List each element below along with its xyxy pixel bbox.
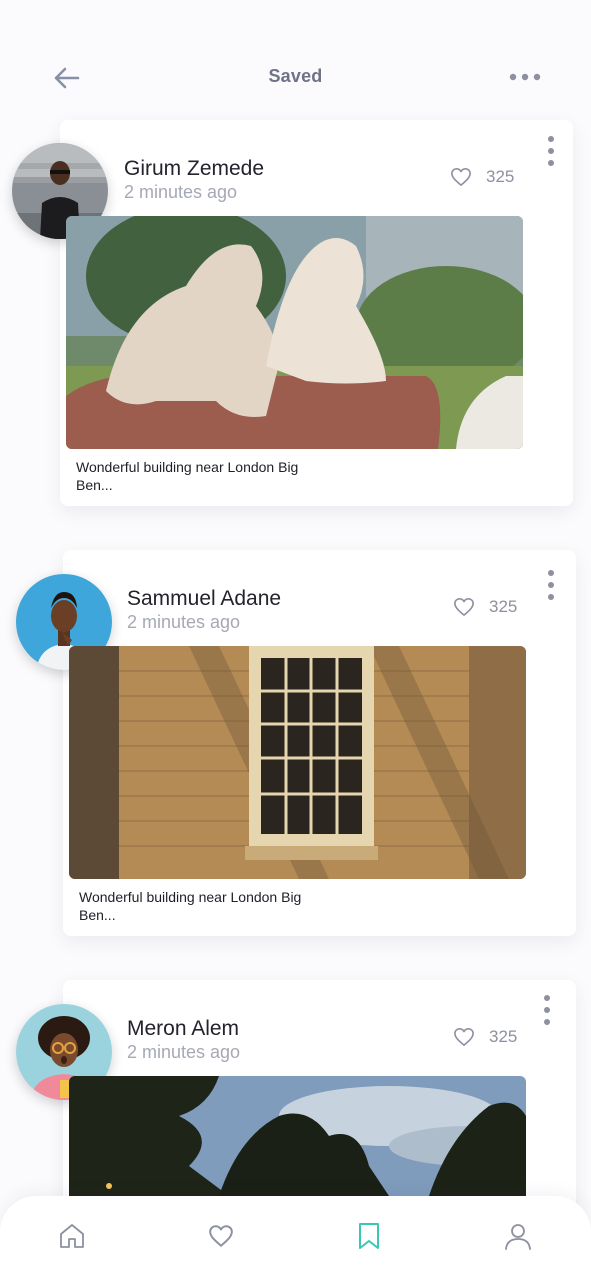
more-vertical-icon <box>544 995 550 1025</box>
nav-favorites[interactable] <box>201 1216 241 1256</box>
post-photo[interactable] <box>69 646 526 879</box>
photo-image <box>69 1076 526 1196</box>
like-count: 325 <box>489 1027 518 1046</box>
post-menu-button[interactable] <box>541 567 561 603</box>
post-menu-button[interactable] <box>537 992 557 1028</box>
like-button[interactable]: 325 <box>450 167 514 187</box>
heart-icon <box>454 1028 474 1046</box>
author-name[interactable]: Meron Alem <box>127 1017 239 1041</box>
author-name[interactable]: Girum Zemede <box>124 157 264 181</box>
more-vertical-icon <box>548 570 554 600</box>
like-button[interactable]: 325 <box>453 1027 517 1047</box>
more-vertical-icon <box>548 136 554 166</box>
post-time: 2 minutes ago <box>127 612 241 632</box>
heart-icon <box>451 168 471 186</box>
more-horizontal-icon <box>509 73 541 81</box>
heart-icon <box>454 598 474 616</box>
photo-image <box>69 646 526 879</box>
home-icon <box>60 1224 84 1248</box>
heart-icon <box>209 1225 233 1247</box>
photo-image <box>66 216 523 449</box>
nav-profile[interactable] <box>498 1216 538 1256</box>
post-time: 2 minutes ago <box>124 182 238 202</box>
bookmark-icon <box>359 1223 379 1249</box>
post-photo[interactable] <box>69 1076 526 1196</box>
nav-home[interactable] <box>52 1216 92 1256</box>
post-caption: Wonderful building near London Big Ben..… <box>76 459 299 493</box>
author-name[interactable]: Sammuel Adane <box>127 587 281 611</box>
top-bar: Saved <box>0 0 591 130</box>
bottom-nav <box>0 1196 591 1280</box>
nav-saved[interactable] <box>349 1216 389 1256</box>
post-photo[interactable] <box>66 216 523 449</box>
like-count: 325 <box>489 597 518 616</box>
more-options-button[interactable] <box>507 62 543 92</box>
post-caption: Wonderful building near London Big Ben..… <box>79 889 302 923</box>
page-title: Saved <box>268 66 323 86</box>
like-button[interactable]: 325 <box>453 597 517 617</box>
post-time: 2 minutes ago <box>127 1042 241 1062</box>
post-menu-button[interactable] <box>541 133 561 169</box>
profile-icon <box>505 1224 531 1250</box>
like-count: 325 <box>486 167 515 186</box>
